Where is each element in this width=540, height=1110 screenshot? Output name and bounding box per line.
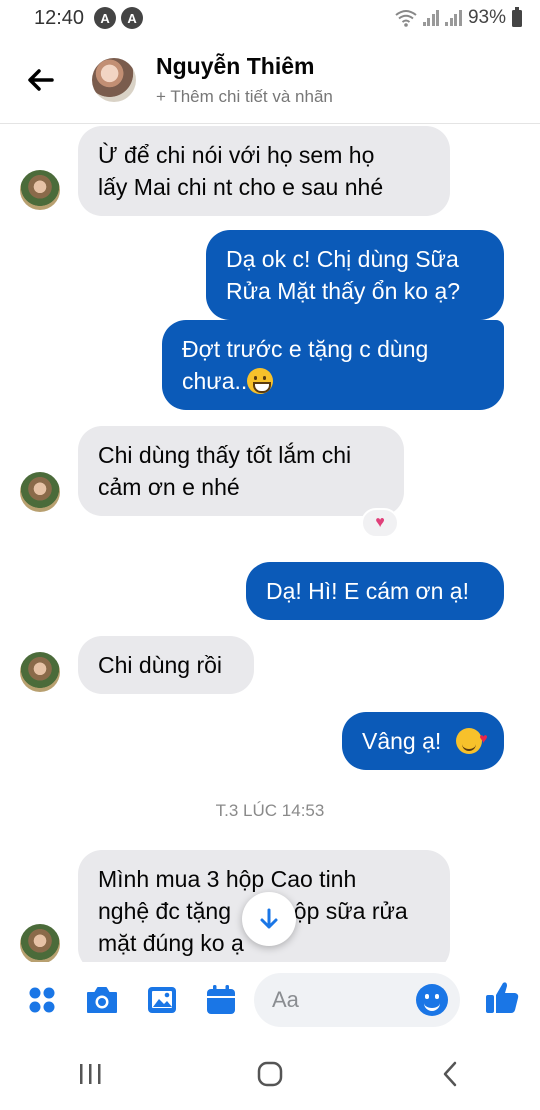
- outgoing-message[interactable]: Dạ! Hì! E cám ơn ạ!: [246, 562, 504, 620]
- emoji-icon[interactable]: [416, 984, 448, 1016]
- arrow-down-icon: [260, 908, 278, 929]
- message-line: lấy Mai chi nt cho e sau nhé: [98, 174, 384, 200]
- incoming-message[interactable]: Ừ để chi nói với họ sem họ lấy Mai chi n…: [78, 126, 450, 216]
- sender-avatar[interactable]: [20, 472, 60, 512]
- message-line: Dạ ok c! Chị dùng Sữa: [226, 246, 459, 272]
- add-details-link[interactable]: + Thêm chi tiết và nhãn: [156, 87, 333, 107]
- scroll-to-bottom-button[interactable]: [242, 892, 296, 946]
- status-bar: 12:40 A A 93%: [0, 0, 540, 36]
- home-icon: [257, 1061, 283, 1087]
- signal-icon: [445, 10, 462, 26]
- recent-apps-icon: [80, 1064, 101, 1084]
- contact-avatar[interactable]: [92, 57, 136, 102]
- message-timestamp: T.3 LÚC 14:53: [215, 801, 325, 820]
- message-line: Chi dùng rồi: [98, 652, 223, 678]
- message-line: Đợt trước e tặng c dùng: [182, 336, 429, 362]
- back-nav-button[interactable]: [420, 1049, 480, 1099]
- incoming-message[interactable]: Chi dùng rồi: [78, 636, 254, 694]
- camera-icon: [87, 987, 117, 1013]
- arrow-left-icon: [28, 68, 54, 91]
- sender-avatar[interactable]: [20, 652, 60, 692]
- message-line: nghệ đc tặng: [98, 898, 232, 924]
- gallery-button[interactable]: [144, 982, 180, 1018]
- grinning-face-emoji-icon: [247, 368, 274, 394]
- app-notification-icon: A: [121, 7, 144, 29]
- message-line: Rửa Mặt thấy ổn ko ạ?: [226, 278, 461, 304]
- battery-percent: 93%: [467, 7, 506, 28]
- app-notification-icon: A: [94, 7, 117, 29]
- back-button[interactable]: [26, 65, 56, 95]
- outgoing-message[interactable]: Vâng ạ!: [342, 712, 504, 770]
- signal-icon: [422, 10, 440, 26]
- recent-apps-button[interactable]: [60, 1049, 120, 1099]
- like-button[interactable]: [482, 978, 522, 1018]
- message-input-placeholder: Aa: [272, 987, 299, 1012]
- apps-grid-icon: [29, 987, 55, 1013]
- outgoing-message[interactable]: Đợt trước e tặng c dùng chưa..: [162, 320, 504, 410]
- status-indicators: 93%: [395, 6, 522, 29]
- incoming-message[interactable]: Chi dùng thấy tốt lắm chi cảm ơn e nhé: [78, 426, 404, 516]
- message-input[interactable]: Aa: [254, 973, 460, 1027]
- smiling-face-with-hearts-emoji-icon: [455, 722, 488, 754]
- message-composer: Aa: [0, 962, 540, 1038]
- message-line: Chi dùng thấy tốt lắm chi: [98, 442, 352, 468]
- conversation-header: Nguyễn Thiêm + Thêm chi tiết và nhãn: [0, 36, 540, 124]
- system-navigation-bar: [0, 1038, 540, 1110]
- message-line: Ừ để chi nói với họ sem họ: [98, 142, 375, 168]
- calendar-icon: [207, 985, 235, 1014]
- calendar-button[interactable]: [203, 982, 239, 1018]
- message-line: hộp sữa rửa: [281, 898, 408, 924]
- heart-reaction-icon[interactable]: ♥: [361, 508, 399, 538]
- message-line: Mình mua 3 hộp Cao tinh: [98, 866, 357, 892]
- home-button[interactable]: [240, 1049, 300, 1099]
- message-line: cảm ơn e nhé: [98, 474, 240, 500]
- image-icon: [148, 987, 176, 1013]
- battery-icon: [512, 6, 522, 27]
- message-line: Dạ! Hì! E cám ơn ạ!: [266, 578, 469, 604]
- sender-avatar[interactable]: [20, 170, 60, 210]
- contact-info[interactable]: Nguyễn Thiêm + Thêm chi tiết và nhãn: [156, 53, 333, 107]
- wifi-icon: [395, 10, 417, 27]
- apps-button[interactable]: [24, 982, 60, 1018]
- thumbs-up-icon: [486, 982, 519, 1013]
- message-line: chưa..: [182, 368, 248, 394]
- sender-avatar[interactable]: [20, 924, 60, 962]
- message-list[interactable]: Ừ để chi nói với họ sem họ lấy Mai chi n…: [0, 124, 540, 962]
- chevron-left-icon: [443, 1061, 457, 1087]
- status-time: 12:40: [34, 6, 85, 29]
- camera-button[interactable]: [84, 982, 120, 1018]
- outgoing-message[interactable]: Dạ ok c! Chị dùng Sữa Rửa Mặt thấy ổn ko…: [206, 230, 504, 320]
- message-line: Vâng ạ!: [362, 728, 442, 754]
- contact-name: Nguyễn Thiêm: [156, 52, 315, 79]
